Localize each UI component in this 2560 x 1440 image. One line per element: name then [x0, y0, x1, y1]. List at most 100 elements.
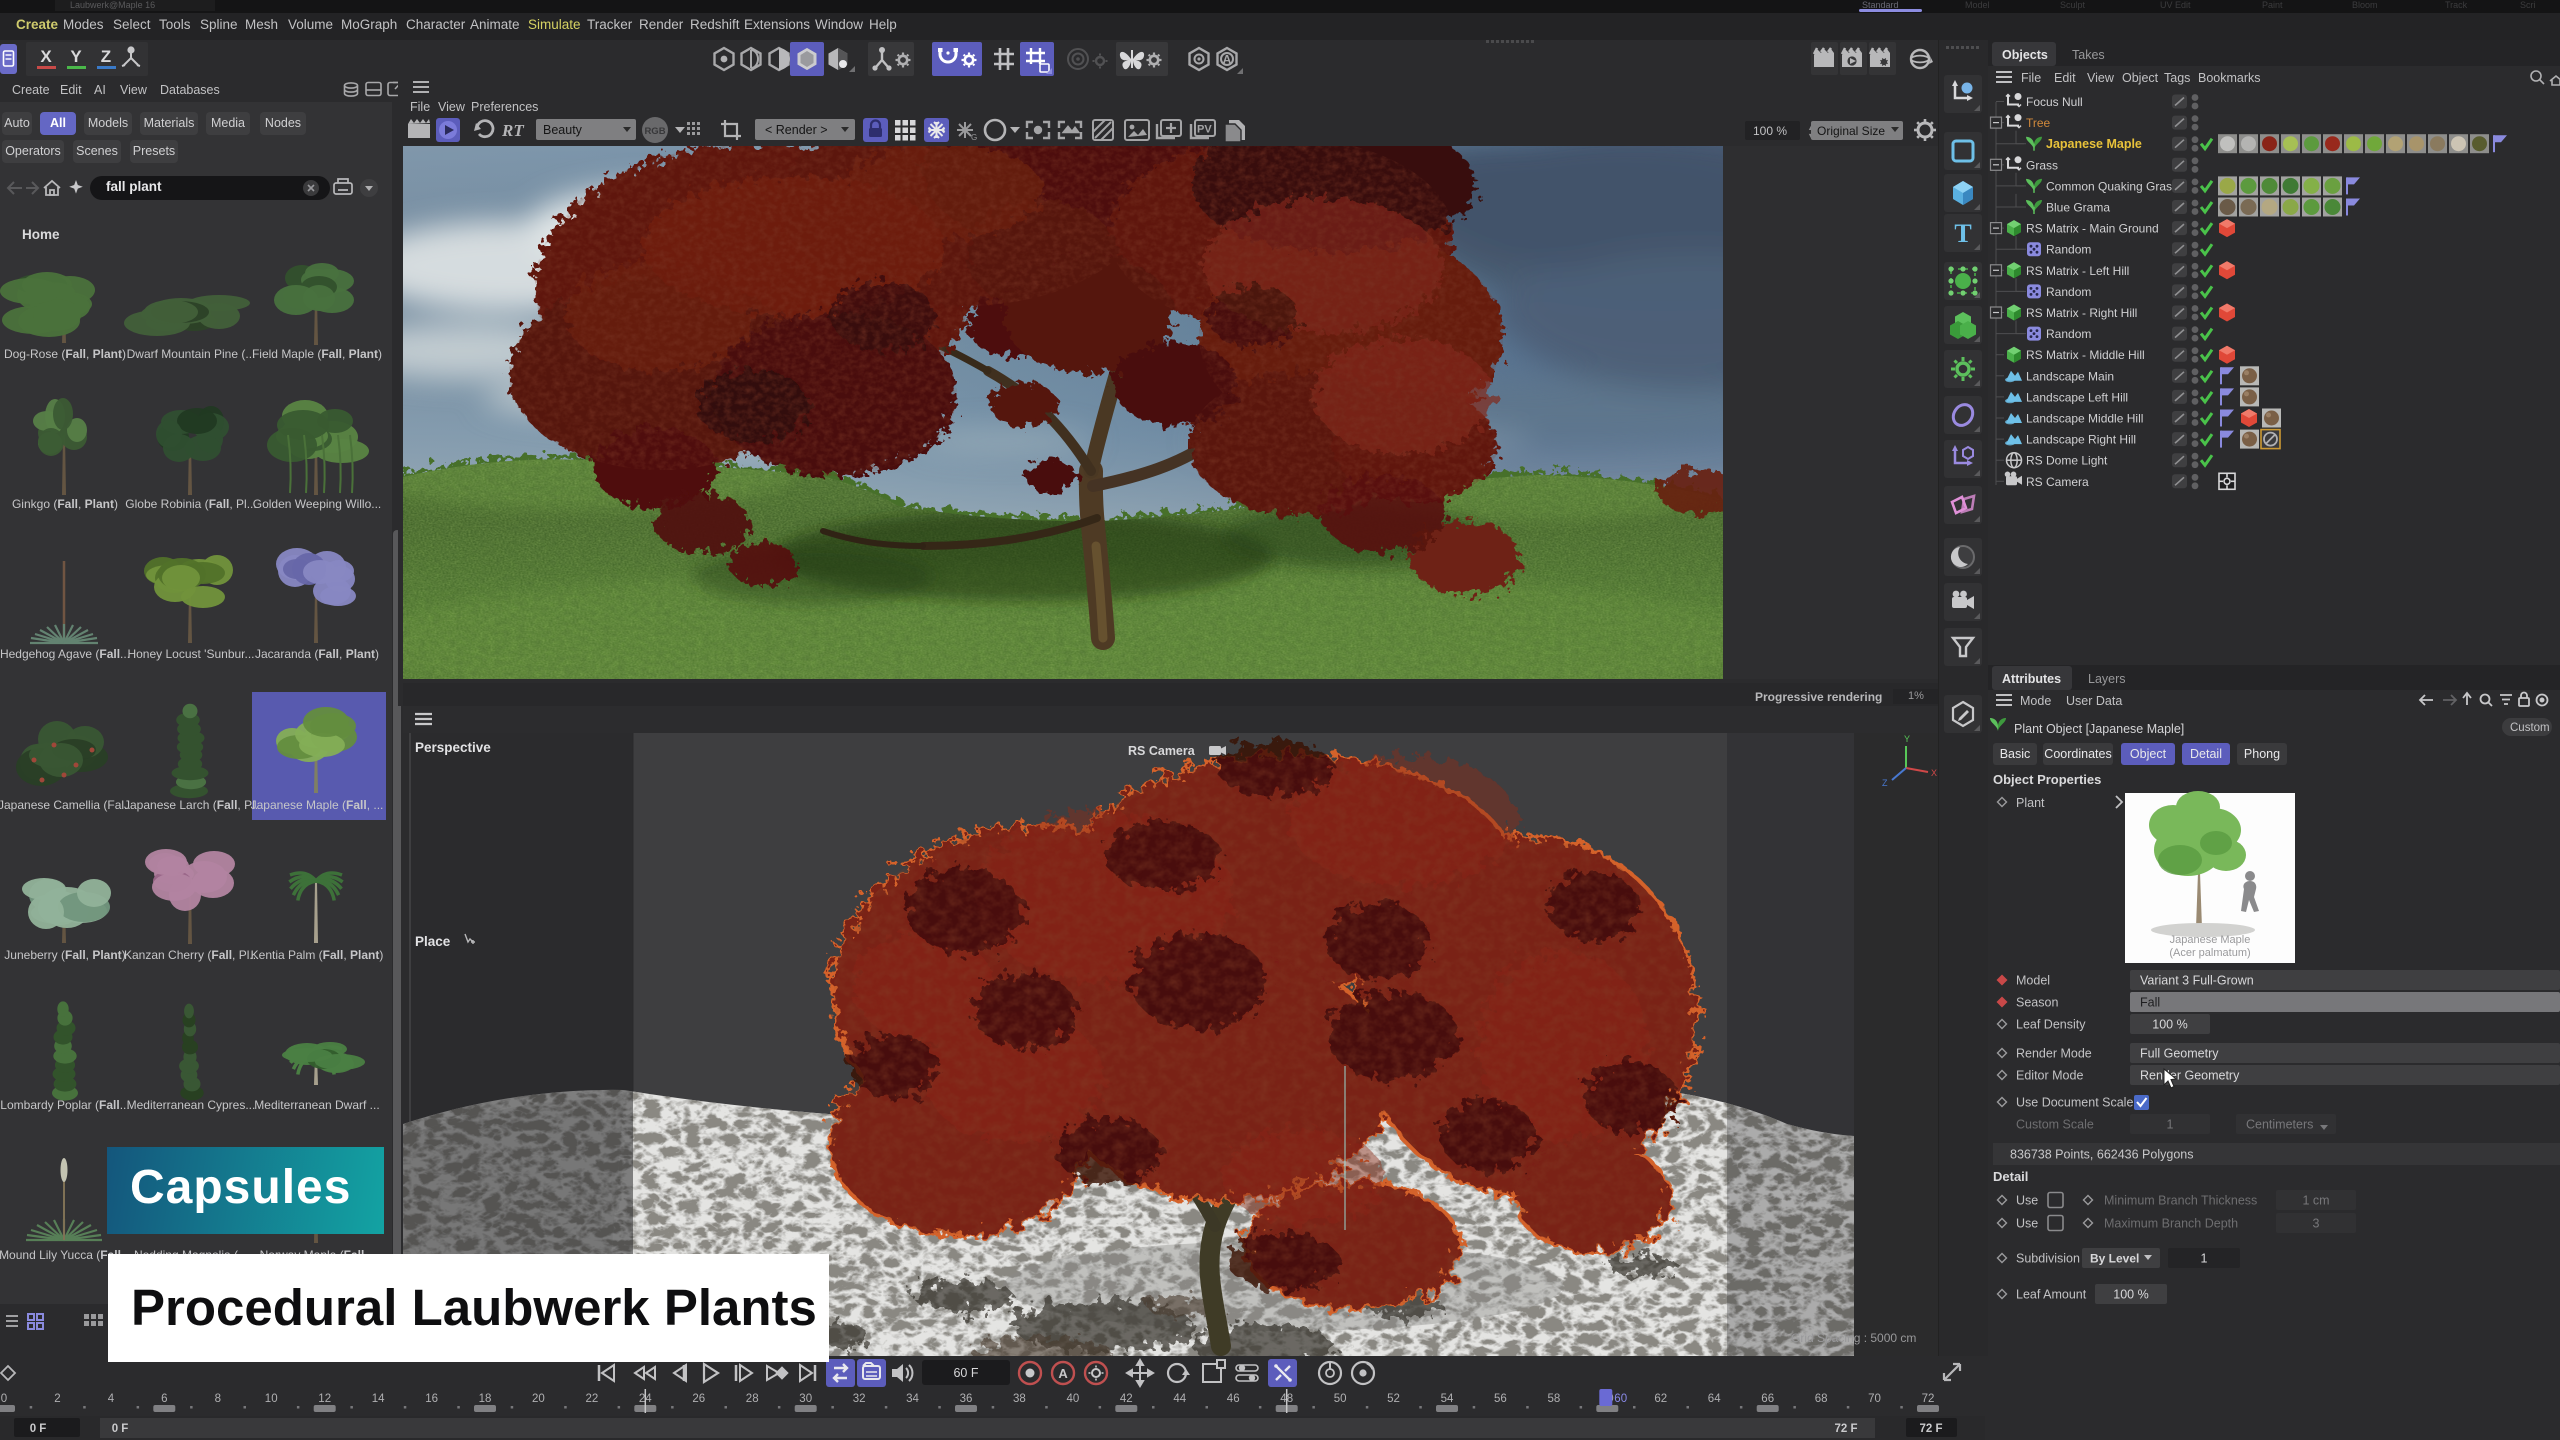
- svg-text:RS Dome Light: RS Dome Light: [2026, 454, 2108, 468]
- svg-text:Phong: Phong: [2244, 747, 2280, 761]
- svg-text:By Level: By Level: [2090, 1252, 2139, 1266]
- svg-text:Perspective: Perspective: [415, 740, 491, 755]
- svg-text:72 F: 72 F: [1834, 1423, 1857, 1435]
- svg-text:A: A: [1223, 53, 1232, 67]
- svg-text:T: T: [1954, 219, 1971, 248]
- svg-text:Subdivision: Subdivision: [2016, 1252, 2080, 1266]
- svg-text:1: 1: [2167, 1118, 2174, 1132]
- svg-text:44: 44: [1173, 1393, 1186, 1405]
- svg-text:1 cm: 1 cm: [2302, 1194, 2329, 1208]
- svg-text:Plant: Plant: [2016, 796, 2045, 810]
- svg-text:Leaf Amount: Leaf Amount: [2016, 1288, 2087, 1302]
- svg-text:Z: Z: [101, 47, 111, 66]
- svg-text:52: 52: [1387, 1393, 1400, 1405]
- svg-text:PV: PV: [1197, 124, 1212, 136]
- svg-text:Grass: Grass: [2026, 158, 2058, 172]
- svg-text:34: 34: [906, 1393, 919, 1405]
- svg-text:User Data: User Data: [2066, 694, 2122, 708]
- svg-text:1: 1: [2201, 1252, 2208, 1266]
- svg-text:Objects: Objects: [2002, 48, 2048, 62]
- svg-text:Object: Object: [2130, 747, 2167, 761]
- svg-text:Maximum Branch Depth: Maximum Branch Depth: [2104, 1217, 2238, 1231]
- svg-text:58: 58: [1548, 1393, 1561, 1405]
- svg-text:Landscape Right Hill: Landscape Right Hill: [2026, 433, 2136, 447]
- svg-text:Mode: Mode: [2020, 694, 2051, 708]
- svg-text:Original Size: Original Size: [1817, 124, 1885, 138]
- svg-text:Common Quaking Grass: Common Quaking Grass: [2046, 179, 2178, 193]
- svg-text:10: 10: [265, 1393, 278, 1405]
- svg-text:Use: Use: [2016, 1217, 2038, 1231]
- svg-text:Layers: Layers: [2088, 672, 2126, 686]
- svg-text:Grid Spacing : 5000 cm: Grid Spacing : 5000 cm: [1791, 1331, 1916, 1345]
- svg-text:62: 62: [1654, 1393, 1667, 1405]
- svg-text:6: 6: [161, 1393, 167, 1405]
- svg-text:RS Camera: RS Camera: [1128, 744, 1196, 758]
- svg-text:30: 30: [799, 1393, 812, 1405]
- svg-text:RS Matrix - Left Hill: RS Matrix - Left Hill: [2026, 264, 2129, 278]
- svg-text:Model: Model: [2016, 974, 2050, 988]
- svg-text:Edit: Edit: [2054, 71, 2076, 85]
- svg-text:RS Camera: RS Camera: [2026, 475, 2089, 489]
- svg-text:Tree: Tree: [2026, 116, 2051, 130]
- svg-text:Japanese Maple: Japanese Maple: [2170, 934, 2251, 946]
- svg-text:0 F: 0 F: [30, 1423, 47, 1435]
- svg-text:RGB: RGB: [644, 126, 665, 137]
- svg-text:Full Geometry: Full Geometry: [2140, 1047, 2219, 1061]
- svg-text:Tags: Tags: [2164, 71, 2190, 85]
- svg-text:32: 32: [853, 1393, 866, 1405]
- svg-text:16: 16: [425, 1393, 438, 1405]
- svg-text:Variant 3 Full-Grown: Variant 3 Full-Grown: [2140, 974, 2254, 988]
- svg-text:Random: Random: [2046, 327, 2091, 341]
- svg-text:Fall: Fall: [2140, 996, 2160, 1010]
- svg-text:0 F: 0 F: [112, 1423, 129, 1435]
- svg-text:Minimum Branch Thickness: Minimum Branch Thickness: [2104, 1194, 2257, 1208]
- svg-text:Season: Season: [2016, 996, 2058, 1010]
- svg-text:Render Geometry: Render Geometry: [2140, 1069, 2240, 1083]
- svg-text:18: 18: [479, 1393, 492, 1405]
- svg-text:Y: Y: [70, 47, 82, 66]
- svg-text:RT: RT: [501, 121, 524, 140]
- svg-text:46: 46: [1227, 1393, 1240, 1405]
- svg-text:Landscape Main: Landscape Main: [2026, 369, 2114, 383]
- svg-text:Place: Place: [415, 934, 451, 949]
- svg-text:Custom Scale: Custom Scale: [2016, 1118, 2094, 1132]
- svg-text:Detail: Detail: [1993, 1169, 2028, 1184]
- svg-text:Blue Grama: Blue Grama: [2046, 201, 2110, 215]
- svg-text:G: G: [971, 133, 977, 142]
- svg-text:RS Matrix - Right Hill: RS Matrix - Right Hill: [2026, 306, 2137, 320]
- svg-text:28: 28: [746, 1393, 759, 1405]
- svg-text:60: 60: [1614, 1393, 1627, 1405]
- svg-text:X: X: [40, 47, 52, 66]
- svg-text:Beauty: Beauty: [543, 123, 583, 137]
- svg-text:RS Matrix - Main Ground: RS Matrix - Main Ground: [2026, 222, 2159, 236]
- svg-text:42: 42: [1120, 1393, 1133, 1405]
- svg-text:26: 26: [692, 1393, 705, 1405]
- svg-text:72 F: 72 F: [1919, 1423, 1942, 1435]
- svg-text:X: X: [1931, 768, 1937, 778]
- svg-text:Takes: Takes: [2072, 48, 2105, 62]
- svg-text:2: 2: [54, 1393, 60, 1405]
- svg-text:Random: Random: [2046, 285, 2091, 299]
- svg-text:36: 36: [960, 1393, 973, 1405]
- svg-text:Object: Object: [2122, 71, 2159, 85]
- svg-text:Object Properties: Object Properties: [1993, 772, 2101, 787]
- svg-text:3: 3: [2313, 1217, 2320, 1231]
- svg-text:38: 38: [1013, 1393, 1026, 1405]
- svg-text:Japanese Maple: Japanese Maple: [2046, 137, 2142, 151]
- svg-text:Coordinates: Coordinates: [2044, 747, 2111, 761]
- svg-text:Y: Y: [1904, 734, 1910, 744]
- svg-text:4: 4: [108, 1393, 115, 1405]
- svg-text:Plant Object [Japanese Maple]: Plant Object [Japanese Maple]: [2014, 722, 2184, 736]
- svg-text:(Acer palmatum): (Acer palmatum): [2169, 947, 2250, 959]
- svg-text:72: 72: [1922, 1393, 1935, 1405]
- svg-text:66: 66: [1761, 1393, 1774, 1405]
- svg-text:68: 68: [1815, 1393, 1828, 1405]
- svg-text:Use Document Scale: Use Document Scale: [2016, 1096, 2133, 1110]
- svg-text:56: 56: [1494, 1393, 1507, 1405]
- svg-text:54: 54: [1441, 1393, 1454, 1405]
- svg-text:Attributes: Attributes: [2002, 672, 2061, 686]
- svg-text:A: A: [1058, 1366, 1068, 1381]
- svg-text:0: 0: [1, 1393, 7, 1405]
- svg-text:20: 20: [532, 1393, 545, 1405]
- svg-text:100 %: 100 %: [1753, 124, 1787, 138]
